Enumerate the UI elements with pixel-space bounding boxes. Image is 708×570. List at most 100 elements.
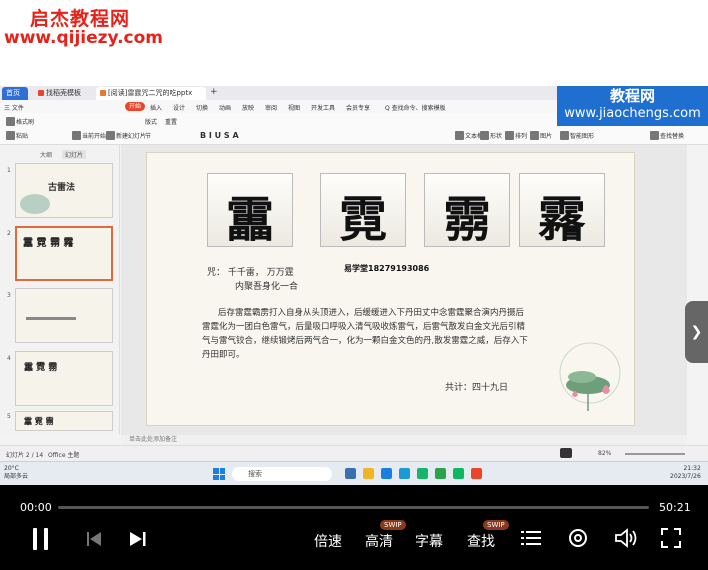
- ribbon-find-replace[interactable]: 查找替换: [650, 131, 684, 140]
- slide-thumbnail-2[interactable]: 靁 霓 霛 霿: [15, 226, 113, 281]
- quality-button[interactable]: 高清: [365, 531, 393, 551]
- ribbon-layout[interactable]: 版式: [145, 117, 157, 126]
- tab-templates[interactable]: 找稻壳模板: [34, 87, 94, 100]
- ribbon-new-slide-label: 新建幻灯片: [116, 133, 147, 140]
- menu-design[interactable]: 设计: [173, 103, 185, 112]
- ribbon-picture-label: 图片: [540, 133, 553, 140]
- ribbon-reset[interactable]: 重置: [165, 117, 177, 126]
- tab-document-label: [阅读]雷霆咒二咒的吃pptx: [108, 89, 193, 97]
- ribbon-section[interactable]: 节: [145, 131, 151, 140]
- slideshow-play-icon[interactable]: [560, 448, 572, 458]
- ppt-icon: [100, 90, 106, 96]
- weather-temp: 20°C: [4, 465, 19, 472]
- ribbon-find-replace-label: 查找替换: [660, 133, 685, 140]
- search-button[interactable]: 查找: [467, 531, 495, 551]
- speed-button[interactable]: 倍速: [314, 531, 342, 551]
- ribbon-smartart[interactable]: 智能图形: [560, 131, 594, 140]
- slide-thumbnail-1[interactable]: 古雷法: [15, 163, 113, 218]
- zoom-slider[interactable]: [625, 453, 685, 455]
- file-explorer-icon[interactable]: [363, 468, 374, 479]
- thumb-number: 3: [7, 292, 11, 299]
- app-icon[interactable]: [435, 468, 446, 479]
- clock[interactable]: 21:32 2023/7/26: [670, 465, 701, 481]
- progress-bar[interactable]: [58, 506, 649, 509]
- tab-home[interactable]: 首页: [2, 87, 28, 100]
- command-search[interactable]: Q 查找命令、搜索模板: [385, 103, 446, 112]
- vertical-scrollbar[interactable]: [687, 145, 708, 435]
- status-bar: 幻灯片 2 / 14 Office 主题 82%: [0, 445, 708, 461]
- slide-thumbnail-5[interactable]: 靁 霓 霛: [15, 411, 113, 431]
- quality-badge: SWIP: [380, 520, 406, 530]
- menu-home[interactable]: 开始: [125, 102, 146, 111]
- ribbon-paste[interactable]: 粘贴: [6, 131, 28, 140]
- text-line: [26, 317, 76, 320]
- playlist-icon[interactable]: [521, 529, 541, 547]
- fullscreen-icon[interactable]: [661, 528, 681, 548]
- lotus-decoration: [20, 194, 50, 214]
- thumb-chars: 靁 霓 霛 霿: [23, 238, 74, 249]
- incantation-line-1: 咒： 千千雷， 万万霆: [207, 268, 294, 278]
- wps-icon[interactable]: [471, 468, 482, 479]
- previous-icon[interactable]: [86, 531, 102, 547]
- tab-document[interactable]: [阅读]雷霆咒二咒的吃pptx: [96, 87, 206, 100]
- volume-icon[interactable]: [615, 528, 637, 548]
- contact-text: 易学堂18279193086: [344, 264, 430, 273]
- ribbon-picture[interactable]: 图片: [530, 131, 552, 140]
- fu-character-image-3: 霛: [424, 173, 510, 248]
- fu-character-image-4: 霿: [519, 173, 605, 248]
- app-icon[interactable]: [453, 468, 464, 479]
- ribbon-from-start[interactable]: 当前开始: [72, 131, 106, 140]
- notes-pane[interactable]: 单击此处添加备注: [121, 435, 687, 445]
- chevron-right-icon[interactable]: ❯: [685, 301, 708, 363]
- store-icon[interactable]: [399, 468, 410, 479]
- ribbon-new-slide[interactable]: 新建幻灯片: [106, 131, 146, 140]
- menu-review[interactable]: 审阅: [265, 103, 277, 112]
- ribbon-reset-label: 重置: [165, 119, 178, 126]
- slide-thumbnail-4[interactable]: 靁 霓 霛: [15, 351, 113, 406]
- subtitle-button[interactable]: 字幕: [415, 531, 443, 551]
- weather-widget[interactable]: 20°C 局部多云: [4, 465, 28, 481]
- ribbon-shape[interactable]: 形状: [480, 131, 502, 140]
- new-slide-icon: [106, 131, 115, 140]
- taskbar-search[interactable]: 搜索: [232, 467, 332, 481]
- tab-slides[interactable]: 幻灯片: [62, 150, 87, 159]
- textbox-icon: [455, 131, 464, 140]
- menu-slideshow[interactable]: 放映: [242, 103, 254, 112]
- menu-developer[interactable]: 开发工具: [311, 103, 335, 112]
- wechat-icon[interactable]: [417, 468, 428, 479]
- slide-thumbnail-3[interactable]: [15, 288, 113, 343]
- ribbon-arrange[interactable]: 排列: [505, 131, 527, 140]
- windows-start-icon[interactable]: [213, 468, 225, 480]
- thumb-number: 2: [7, 230, 11, 237]
- ribbon-format-painter[interactable]: 格式刷: [6, 117, 34, 126]
- ribbon-shape-label: 形状: [490, 133, 503, 140]
- menu-insert[interactable]: 插入: [150, 103, 162, 112]
- arrange-icon: [505, 131, 514, 140]
- ribbon-paste-label: 粘贴: [16, 133, 29, 140]
- thumb-number: 4: [7, 355, 11, 362]
- current-slide[interactable]: 靁 霓 霛 霿 咒： 千千雷， 万万霆 内聚吾身化一合 易学堂182791930…: [146, 152, 635, 426]
- pause-icon[interactable]: [31, 527, 51, 551]
- lotus-decoration-icon: [559, 342, 621, 411]
- menu-animation[interactable]: 动画: [219, 103, 231, 112]
- video-player-controls: 00:00 50:21 倍速 SWIP 高清 字幕 SWIP 查找: [0, 485, 708, 570]
- settings-icon[interactable]: [568, 528, 588, 548]
- task-view-icon[interactable]: [345, 468, 356, 479]
- watermark-url: www.qijiezy.com: [4, 28, 164, 48]
- tab-outline[interactable]: 大纲: [40, 150, 52, 159]
- next-icon[interactable]: [129, 531, 147, 547]
- thumb-title: 古雷法: [48, 183, 76, 193]
- menu-file[interactable]: 三 文件: [4, 103, 24, 112]
- menu-view[interactable]: 视图: [288, 103, 300, 112]
- search-badge: SWIP: [483, 520, 509, 530]
- jiaocheng-title: 教程网: [609, 87, 655, 105]
- picture-icon: [530, 131, 539, 140]
- menu-transition[interactable]: 切换: [196, 103, 208, 112]
- thumb-chars: 靁 霓 霛: [24, 417, 54, 426]
- new-tab-button[interactable]: +: [210, 87, 218, 97]
- edge-icon[interactable]: [381, 468, 392, 479]
- font-style-buttons[interactable]: B I U S A: [200, 131, 239, 140]
- menu-member[interactable]: 会员专享: [346, 103, 370, 112]
- ribbon-textbox[interactable]: 文本框: [455, 131, 483, 140]
- body-paragraph: 后存雷霆霸雳打入自身从头顶进入，后缓缓进入下丹田丈中念雷霆聚合演内丹摄后雷霆化为…: [202, 308, 528, 360]
